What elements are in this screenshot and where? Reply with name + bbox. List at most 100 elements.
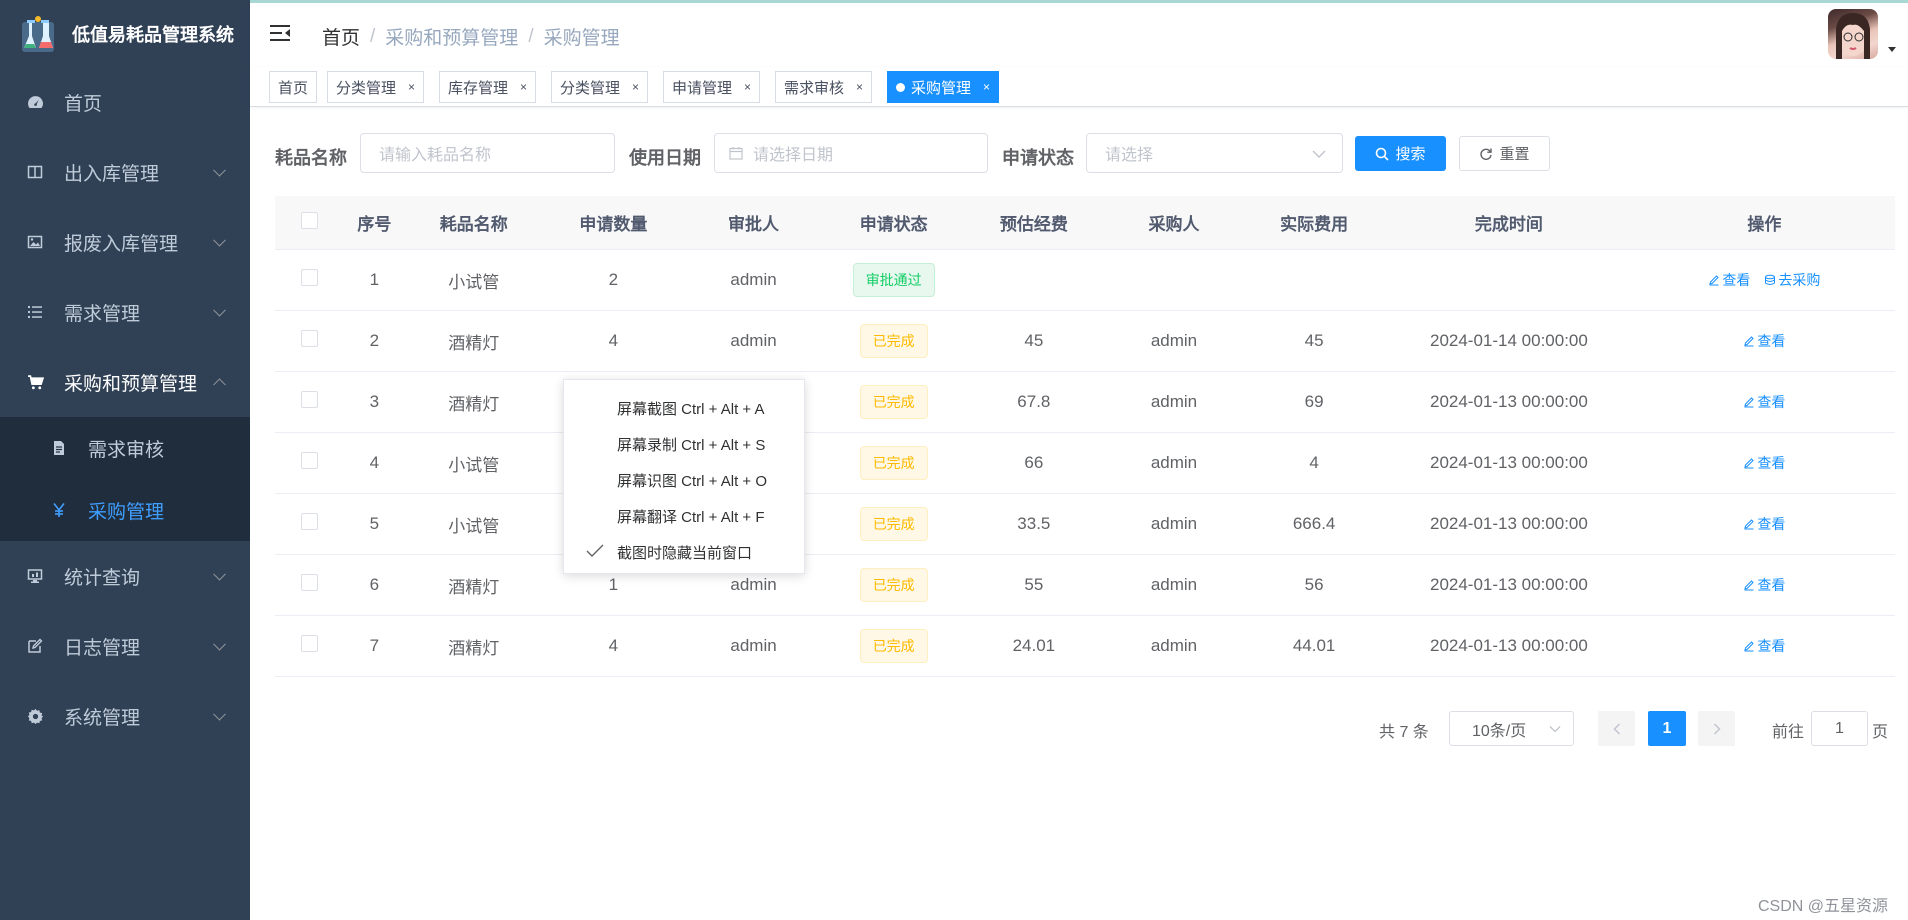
sidebar-item-inout[interactable]: 出入库管理 [0,137,250,207]
view-link[interactable]: 查看 [1743,394,1785,410]
view-link[interactable]: 查看 [1743,455,1785,471]
next-page-button[interactable] [1698,711,1735,746]
sidebar-item-scrap[interactable]: 报废入库管理 [0,207,250,277]
close-icon[interactable]: × [856,80,863,94]
ctx-screen-record[interactable]: 屏幕录制 Ctrl + Alt + S [564,426,804,462]
reset-button[interactable]: 重置 [1459,136,1550,171]
cell-select[interactable] [275,269,345,291]
row-checkbox[interactable] [301,330,319,347]
tag-category-2[interactable]: 分类管理 × [551,71,649,103]
cell-index: 5 [369,514,380,533]
close-icon[interactable]: × [408,80,415,94]
ctx-screenshot[interactable]: 屏幕截图 Ctrl + Alt + A [564,390,804,426]
cell-select[interactable] [275,330,345,352]
tag-category[interactable]: 分类管理 × [327,71,425,103]
close-icon[interactable]: × [744,80,751,94]
tag-purchase-mgmt[interactable]: 采购管理 × [887,71,1000,103]
sidebar-subitem-demand-review[interactable]: 需求审核 [0,417,250,479]
sidebar-subitem-purchase-mgmt[interactable]: 采购管理 [0,479,250,541]
prev-page-button[interactable] [1598,711,1635,746]
search-button[interactable]: 搜索 [1355,136,1446,171]
view-label: 查看 [1757,394,1786,410]
view-link[interactable]: 查看 [1708,272,1750,288]
sidebar-item-label: 日志管理 [64,637,141,659]
tag-label: 库存管理 [448,79,509,97]
sidebar-item-stats[interactable]: 统计查询 [0,541,250,611]
view-link[interactable]: 查看 [1743,516,1785,532]
row-checkbox[interactable] [301,635,319,652]
tag-application[interactable]: 申请管理 × [663,71,761,103]
ctx-screen-translate[interactable]: 屏幕翻译 Ctrl + Alt + F [564,498,804,534]
cell-time: 2024-01-14 00:00:00 [1429,331,1588,350]
table-row: 7 酒精灯 4 admin 已完成 24.01 admin 44.01 2024-01-13 0… [275,616,1895,677]
date-input[interactable]: 请选择日期 [714,133,988,173]
cell-budget: 67.8 [1017,392,1051,411]
header-budget: 预估经费 [999,215,1068,234]
ctx-screen-ocr[interactable]: 屏幕识图 Ctrl + Alt + O [564,462,804,498]
breadcrumb-home[interactable]: 首页 [322,23,360,50]
edit-icon [1709,275,1720,286]
close-icon[interactable]: × [983,80,990,94]
ctx-hide-window[interactable]: 截图时隐藏当前窗口 [564,534,804,570]
row-checkbox[interactable] [301,391,319,408]
table-row: 5 小试管 已完成 33.5 admin 666.4 2024-01-13 00:00:00… [275,494,1895,555]
app-title: 低值易耗品管理系统 [72,24,234,45]
list-icon [26,303,44,321]
status-badge: 审批通过 [852,263,935,297]
tag-inventory[interactable]: 库存管理 × [439,71,537,103]
cell-buyer: admin [1150,453,1198,472]
header-select-all[interactable] [275,211,345,234]
sidebar-item-home[interactable]: 首页 [0,67,250,137]
dashboard-icon [26,93,44,111]
sidebar-item-label: 首页 [64,93,103,115]
cell-select[interactable] [275,452,345,474]
view-label: 查看 [1722,272,1751,288]
logo[interactable]: 低值易耗品管理系统 [0,0,250,67]
cell-status: 已完成 [824,568,964,602]
cell-select[interactable] [275,513,345,535]
sidebar-item-demand[interactable]: 需求管理 [0,277,250,347]
view-link[interactable]: 查看 [1743,638,1785,654]
avatar[interactable] [1828,9,1878,59]
name-input[interactable]: 请输入耗品名称 [360,133,615,173]
view-link[interactable]: 查看 [1743,333,1785,349]
cell-budget: 45 [1024,331,1044,350]
row-checkbox[interactable] [301,269,319,286]
ctx-item-label: 屏幕录制 Ctrl + Alt + S [617,436,766,454]
page-size-select[interactable]: 10条/页 [1449,711,1574,746]
cell-select[interactable] [275,635,345,657]
row-checkbox[interactable] [301,452,319,469]
cell-name: 酒精灯 [448,333,500,353]
header-status: 申请状态 [859,215,928,234]
sidebar-item-label: 出入库管理 [64,163,160,185]
sidebar-item-system[interactable]: 系统管理 [0,681,250,751]
cell-select[interactable] [275,391,345,413]
sidebar-item-label: 报废入库管理 [64,233,179,255]
sidebar-subitem-label: 需求审核 [88,439,165,461]
tag-demand-review[interactable]: 需求审核 × [775,71,873,103]
row-checkbox[interactable] [301,574,319,591]
row-checkbox[interactable] [301,513,319,530]
edit-icon [1744,519,1755,530]
caret-down-icon[interactable] [1888,47,1896,52]
tag-home[interactable]: 首页 [269,71,318,103]
tag-label: 分类管理 [560,79,621,97]
cell-cost: 56 [1304,575,1324,594]
breadcrumb-level2: 采购管理 [543,28,620,49]
sidebar-item-logs[interactable]: 日志管理 [0,611,250,681]
purchase-link[interactable]: 去采购 [1764,272,1820,288]
close-icon[interactable]: × [632,80,639,94]
view-link[interactable]: 查看 [1743,577,1785,593]
status-select[interactable]: 请选择 [1086,133,1343,173]
select-all-checkbox[interactable] [301,211,319,229]
close-icon[interactable]: × [520,80,527,94]
cell-select[interactable] [275,574,345,596]
avatar-portrait [1836,13,1870,59]
tag-label: 申请管理 [672,79,733,97]
page-number-current[interactable]: 1 [1648,711,1686,746]
goto-page-input[interactable]: 1 [1811,711,1868,746]
sidebar: 低值易耗品管理系统 首页 出入库管理 报废入库管理 需求管理 采购和预算管理 需… [0,0,250,920]
cell-status: 已完成 [824,324,964,358]
sidebar-item-purchase-budget[interactable]: 采购和预算管理 [0,347,250,417]
menu-fold-icon[interactable] [270,23,292,43]
